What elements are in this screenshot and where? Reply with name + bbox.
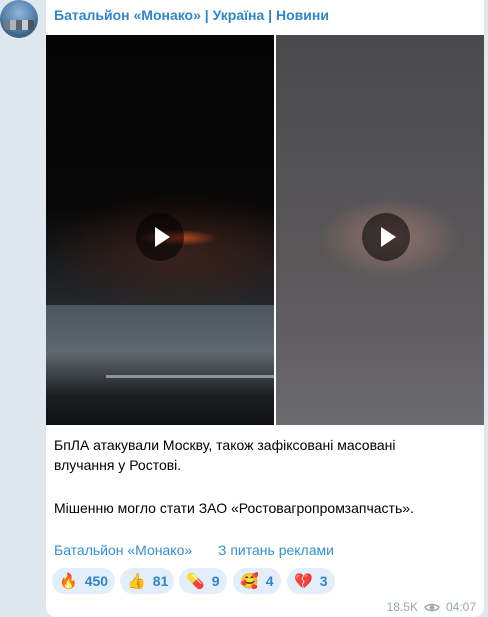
channel-avatar[interactable] xyxy=(0,0,38,38)
pill-icon: 💊 xyxy=(186,572,205,590)
eye-icon xyxy=(424,602,440,613)
post-time: 04:07 xyxy=(445,600,476,614)
ads-link[interactable]: З питань реклами xyxy=(218,542,334,558)
smiling-face-hearts-icon: 🥰 xyxy=(240,572,259,590)
reaction-pill[interactable]: 💊 9 xyxy=(179,568,227,594)
parking-lot-scene xyxy=(46,305,274,425)
avatar-city-image xyxy=(4,20,34,30)
reaction-smiling-hearts[interactable]: 🥰 4 xyxy=(233,568,281,594)
post-text-line: Мішенню могло стати ЗАО «Ростовагропромз… xyxy=(54,500,414,516)
thumbs-up-icon: 👍 xyxy=(127,572,146,590)
reaction-count: 9 xyxy=(211,573,220,589)
post-text-line: БпЛА атакували Москву, також зафіксовані… xyxy=(54,437,396,453)
reaction-count: 4 xyxy=(265,573,274,589)
fire-icon: 🔥 xyxy=(59,572,78,590)
reaction-count: 450 xyxy=(84,573,109,589)
channel-name-link[interactable]: Батальйон «Монако» | Україна | Новини xyxy=(54,7,329,23)
post-text-line: влучання у Ростові. xyxy=(54,457,182,473)
video-thumbnail-left[interactable] xyxy=(46,35,274,425)
play-button-left[interactable] xyxy=(136,213,184,261)
post-meta: 18.5K 04:07 xyxy=(387,600,476,614)
reaction-thumbs-up[interactable]: 👍 81 xyxy=(120,568,174,594)
scene-line xyxy=(106,375,274,378)
play-icon xyxy=(155,227,170,247)
play-button-right[interactable] xyxy=(362,213,410,261)
channel-link[interactable]: Батальйон «Монако» xyxy=(54,542,192,558)
reaction-count: 81 xyxy=(152,573,169,589)
reaction-fire[interactable]: 🔥 450 xyxy=(52,568,115,594)
video-thumbnail-right[interactable] xyxy=(276,35,484,425)
broken-heart-icon: 💔 xyxy=(294,572,313,590)
reaction-count: 3 xyxy=(319,573,328,589)
reaction-broken-heart[interactable]: 💔 3 xyxy=(287,568,335,594)
message-bubble: Батальйон «Монако» | Україна | Новини Бп… xyxy=(46,0,484,617)
views-count: 18.5K xyxy=(386,600,418,614)
play-icon xyxy=(381,227,396,247)
